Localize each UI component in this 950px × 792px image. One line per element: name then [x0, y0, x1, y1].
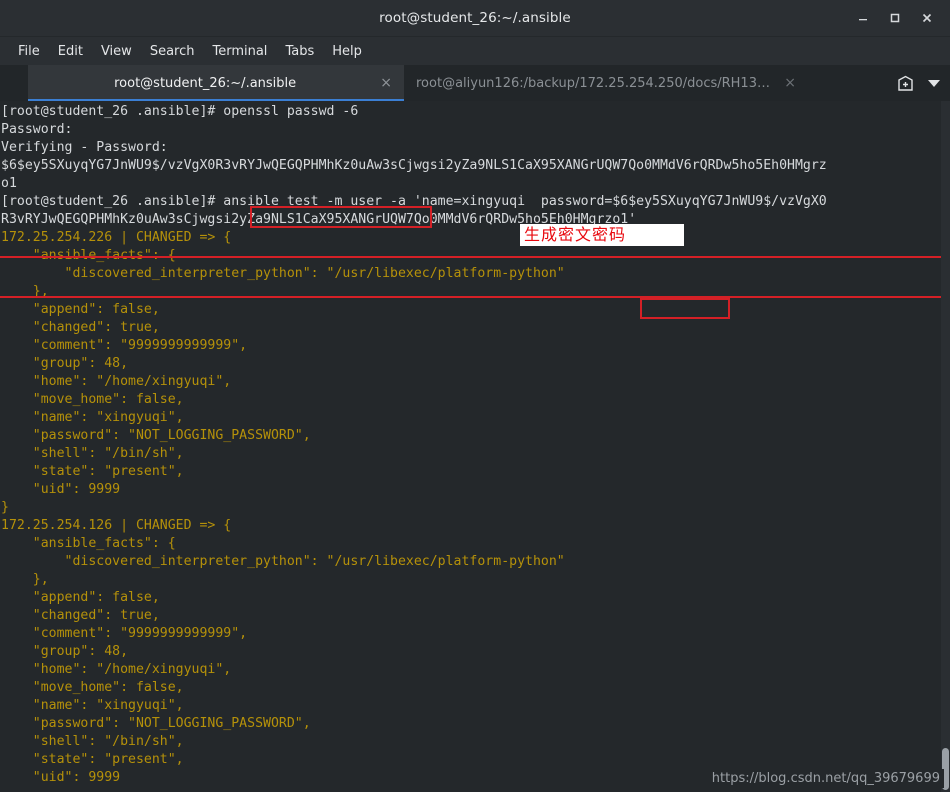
terminal-line: }, [1, 572, 49, 587]
menu-item-file[interactable]: File [10, 41, 48, 62]
annotation-note: 生成密文密码 [520, 224, 684, 246]
tab-bar-spacer [0, 65, 28, 101]
terminal-line: "group": 48, [1, 644, 129, 659]
watermark-text: https://blog.csdn.net/qq_39679699 [707, 769, 944, 788]
terminal-line: 172.25.254.126 | CHANGED => { [1, 518, 232, 533]
terminal-line: "uid": 9999 [1, 482, 121, 497]
maximize-icon[interactable] [880, 4, 910, 32]
terminal-body[interactable]: [root@student_26 .ansible]# openssl pass… [0, 101, 950, 792]
menu-item-search[interactable]: Search [142, 41, 203, 62]
menu-item-terminal[interactable]: Terminal [204, 41, 275, 62]
tab-close-icon[interactable]: × [380, 76, 392, 90]
window-controls [848, 0, 942, 36]
terminal-line: Verifying - Password: [1, 140, 168, 155]
menu-item-tabs[interactable]: Tabs [277, 41, 322, 62]
terminal-line: "append": false, [1, 590, 160, 605]
tab-label-aliyun: root@aliyun126:/backup/172.25.254.250/do… [416, 75, 775, 91]
terminal-line: "ansible_facts": { [1, 248, 176, 263]
terminal-line: "password": "NOT_LOGGING_PASSWORD", [1, 428, 311, 443]
terminal-line: [root@student_26 .ansible]# openssl pass… [1, 104, 359, 119]
terminal-line: "home": "/home/xingyuqi", [1, 374, 232, 389]
terminal-line: "move_home": false, [1, 392, 184, 407]
terminal-line: "name": "xingyuqi", [1, 410, 184, 425]
terminal-output: [root@student_26 .ansible]# openssl pass… [0, 101, 950, 787]
title-bar: root@student_26:~/.ansible [0, 0, 950, 37]
terminal-line: "state": "present", [1, 752, 184, 767]
terminal-line: "password": "NOT_LOGGING_PASSWORD", [1, 716, 311, 731]
terminal-line: "home": "/home/xingyuqi", [1, 662, 232, 677]
terminal-line: "shell": "/bin/sh", [1, 734, 184, 749]
terminal-line: $6$ey5SXuyqYG7JnWU9$/vzVgX0R3vRYJwQEGQPH… [1, 158, 827, 173]
terminal-line: "shell": "/bin/sh", [1, 446, 184, 461]
terminal-line: Password: [1, 122, 73, 137]
terminal-scrollbar[interactable] [941, 101, 950, 792]
terminal-line: "append": false, [1, 302, 160, 317]
terminal-line: "discovered_interpreter_python": "/usr/l… [1, 266, 565, 281]
tab-ansible[interactable]: root@student_26:~/.ansible × [28, 65, 404, 101]
terminal-line: "comment": "9999999999999", [1, 338, 248, 353]
terminal-line: } [1, 500, 9, 515]
menu-item-help[interactable]: Help [324, 41, 370, 62]
tab-label-ansible: root@student_26:~/.ansible [114, 75, 297, 91]
close-icon[interactable] [912, 4, 942, 32]
minimize-icon[interactable] [848, 4, 878, 32]
menu-item-edit[interactable]: Edit [50, 41, 91, 62]
menu-item-view[interactable]: View [93, 41, 140, 62]
terminal-line: "changed": true, [1, 608, 160, 623]
terminal-line: }, [1, 284, 49, 299]
terminal-line: R3vRYJwQEGQPHMhKz0uAw3sCjwgsi2yZa9NLS1Ca… [1, 212, 637, 227]
new-tab-icon[interactable] [897, 75, 914, 92]
terminal-line: "changed": true, [1, 320, 160, 335]
tab-aliyun[interactable]: root@aliyun126:/backup/172.25.254.250/do… [404, 65, 808, 101]
terminal-line: 172.25.254.226 | CHANGED => { [1, 230, 232, 245]
window-title: root@student_26:~/.ansible [379, 10, 571, 26]
terminal-line: "state": "present", [1, 464, 184, 479]
tab-close-icon[interactable]: × [784, 76, 796, 90]
chevron-down-icon[interactable] [928, 79, 940, 87]
terminal-line: "ansible_facts": { [1, 536, 176, 551]
terminal-line: "move_home": false, [1, 680, 184, 695]
terminal-line: o1 [1, 176, 17, 191]
tab-bar: root@student_26:~/.ansible × root@aliyun… [0, 65, 950, 101]
terminal-line: "discovered_interpreter_python": "/usr/l… [1, 554, 565, 569]
terminal-window: root@student_26:~/.ansible File Edit Vie… [0, 0, 950, 792]
terminal-line: [root@student_26 .ansible]# ansible test… [1, 194, 827, 209]
terminal-line: "name": "xingyuqi", [1, 698, 184, 713]
terminal-line: "comment": "9999999999999", [1, 626, 248, 641]
terminal-line: "group": 48, [1, 356, 129, 371]
menu-bar: File Edit View Search Terminal Tabs Help [0, 37, 950, 65]
tab-bar-actions [897, 65, 950, 101]
